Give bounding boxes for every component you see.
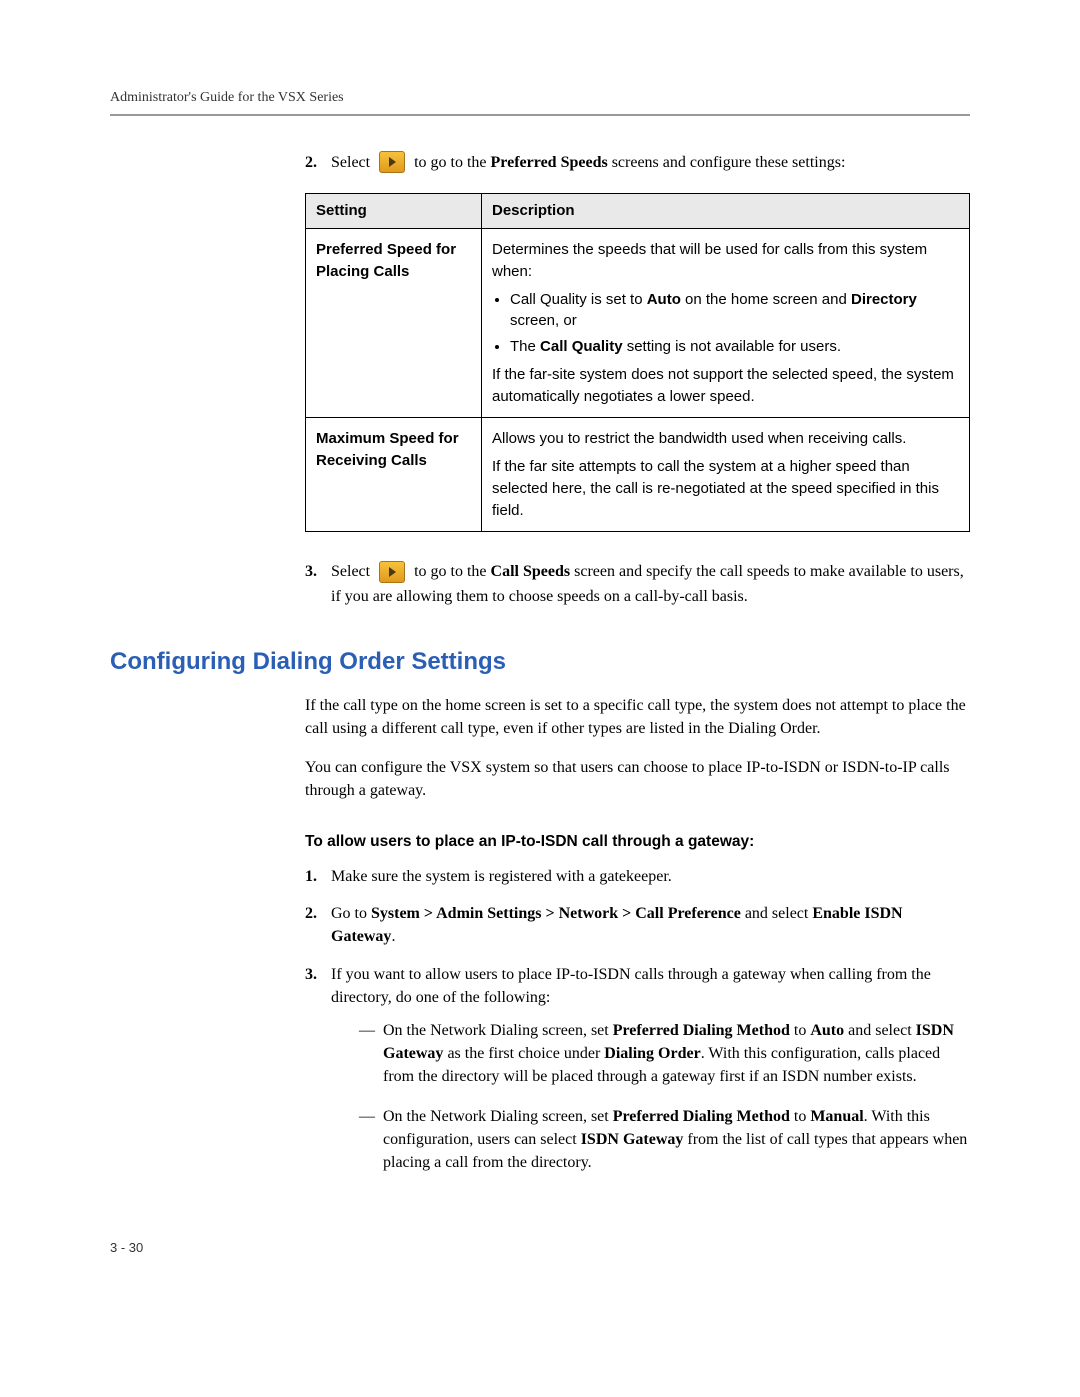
text: If you want to allow users to place IP-t…: [331, 966, 931, 1006]
table-row: Preferred Speed for Placing Calls Determ…: [306, 229, 970, 418]
text: Allows you to restrict the bandwidth use…: [492, 428, 959, 450]
text: and select: [741, 905, 813, 922]
list-item: 3. If you want to allow users to place I…: [305, 963, 970, 1191]
bold-text: Preferred Dialing Method: [613, 1022, 790, 1039]
text: Determines the speeds that will be used …: [492, 239, 959, 283]
list-item: On the Network Dialing screen, set Prefe…: [359, 1105, 970, 1175]
step-text: If you want to allow users to place IP-t…: [331, 963, 970, 1191]
section-body: If the call type on the home screen is s…: [305, 694, 970, 1190]
text: If the far site attempts to call the sys…: [492, 456, 959, 521]
text: Call Quality is set to: [510, 291, 647, 308]
step-3: 3. Select to go to the Call Speeds scree…: [305, 560, 970, 608]
settings-table: Setting Description Preferred Speed for …: [305, 193, 970, 532]
list-item: The Call Quality setting is not availabl…: [510, 336, 959, 358]
paragraph: If the call type on the home screen is s…: [305, 694, 970, 740]
step-number: 3.: [305, 963, 331, 1191]
paragraph: You can configure the VSX system so that…: [305, 756, 970, 802]
text: If the far-site system does not support …: [492, 364, 959, 408]
bold-text: ISDN Gateway: [581, 1131, 684, 1148]
bold-text: Auto: [647, 291, 681, 308]
bold-text: Call Speeds: [491, 563, 571, 580]
step-2: 2. Select to go to the Preferred Speeds …: [305, 151, 970, 175]
procedure-heading: To allow users to place an IP-to-ISDN ca…: [305, 831, 970, 853]
dash-list: On the Network Dialing screen, set Prefe…: [359, 1019, 970, 1174]
text: On the Network Dialing screen, set: [383, 1022, 613, 1039]
step-number: 3.: [305, 560, 331, 608]
step-text: Select to go to the Call Speeds screen a…: [331, 560, 970, 608]
bold-text: System > Admin Settings > Network > Call…: [371, 905, 741, 922]
text: On the Network Dialing screen, set: [383, 1108, 613, 1125]
text: setting is not available for users.: [623, 338, 841, 355]
section-heading: Configuring Dialing Order Settings: [110, 648, 970, 676]
step-number: 2.: [305, 902, 331, 948]
table-row: Maximum Speed for Receiving Calls Allows…: [306, 418, 970, 532]
bullet-list: Call Quality is set to Auto on the home …: [510, 289, 959, 358]
arrow-right-icon: [379, 561, 405, 583]
text: Select: [331, 563, 370, 580]
bold-text: Manual: [810, 1108, 863, 1125]
text: as the first choice under: [443, 1045, 604, 1062]
col-setting: Setting: [306, 194, 482, 229]
procedure-list: 1. Make sure the system is registered wi…: [305, 865, 970, 1190]
text: screens and configure these settings:: [608, 154, 846, 171]
table-header-row: Setting Description: [306, 194, 970, 229]
list-item: Call Quality is set to Auto on the home …: [510, 289, 959, 333]
bold-text: Directory: [851, 291, 917, 308]
arrow-right-icon: [379, 151, 405, 173]
step-text: Make sure the system is registered with …: [331, 865, 970, 888]
setting-description: Determines the speeds that will be used …: [482, 229, 970, 418]
list-item: On the Network Dialing screen, set Prefe…: [359, 1019, 970, 1089]
text: and select: [844, 1022, 916, 1039]
list-item: 2. Go to System > Admin Settings > Netwo…: [305, 902, 970, 948]
setting-label: Maximum Speed for Receiving Calls: [306, 418, 482, 532]
setting-label: Preferred Speed for Placing Calls: [306, 229, 482, 418]
bold-text: Preferred Dialing Method: [613, 1108, 790, 1125]
list-item: 1. Make sure the system is registered wi…: [305, 865, 970, 888]
page: Administrator's Guide for the VSX Series…: [0, 0, 1080, 1315]
text: to go to the: [414, 563, 490, 580]
text: Go to: [331, 905, 371, 922]
bold-text: Preferred Speeds: [491, 154, 608, 171]
col-description: Description: [482, 194, 970, 229]
page-number: 3 - 30: [110, 1240, 970, 1255]
bold-text: Dialing Order: [604, 1045, 700, 1062]
running-header: Administrator's Guide for the VSX Series: [110, 90, 970, 116]
bold-text: Auto: [810, 1022, 844, 1039]
step-text: Select to go to the Preferred Speeds scr…: [331, 151, 970, 175]
text: The: [510, 338, 540, 355]
text: Select: [331, 154, 370, 171]
bold-text: Call Quality: [540, 338, 623, 355]
text: to: [790, 1108, 810, 1125]
step-number: 1.: [305, 865, 331, 888]
text: .: [391, 928, 395, 945]
text: on the home screen and: [681, 291, 851, 308]
text: to: [790, 1022, 810, 1039]
step-number: 2.: [305, 151, 331, 175]
text: screen, or: [510, 312, 577, 329]
step-text: Go to System > Admin Settings > Network …: [331, 902, 970, 948]
content-top: 2. Select to go to the Preferred Speeds …: [305, 151, 970, 608]
text: to go to the: [414, 154, 490, 171]
setting-description: Allows you to restrict the bandwidth use…: [482, 418, 970, 532]
